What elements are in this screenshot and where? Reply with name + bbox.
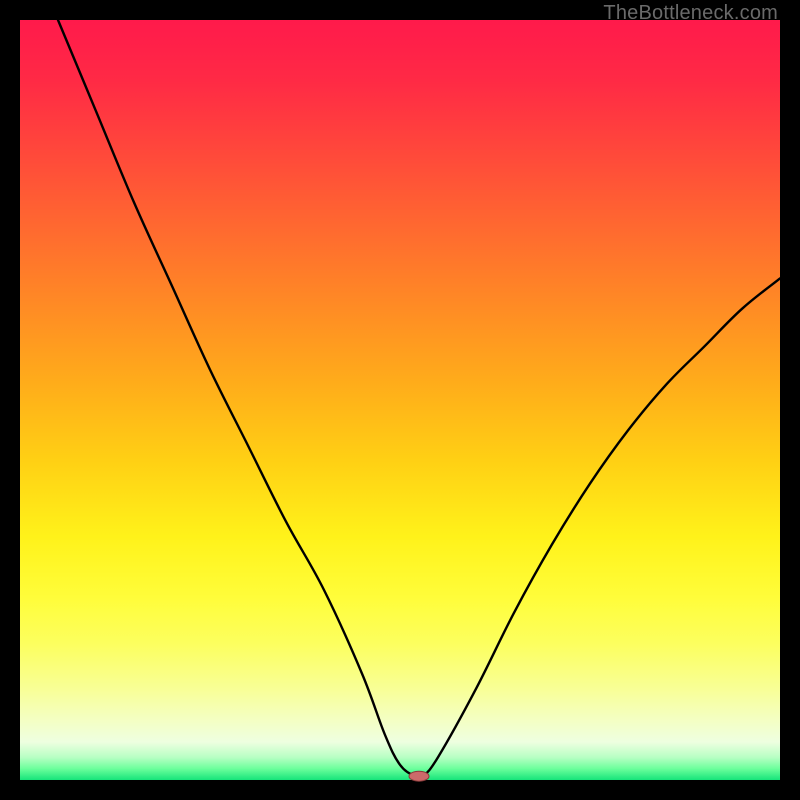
bottleneck-curve: [20, 20, 780, 780]
chart-frame: TheBottleneck.com: [0, 0, 800, 800]
watermark-text: TheBottleneck.com: [603, 2, 778, 25]
plot-area: [20, 20, 780, 780]
minimum-marker: [409, 771, 429, 781]
curve-path: [58, 20, 780, 778]
